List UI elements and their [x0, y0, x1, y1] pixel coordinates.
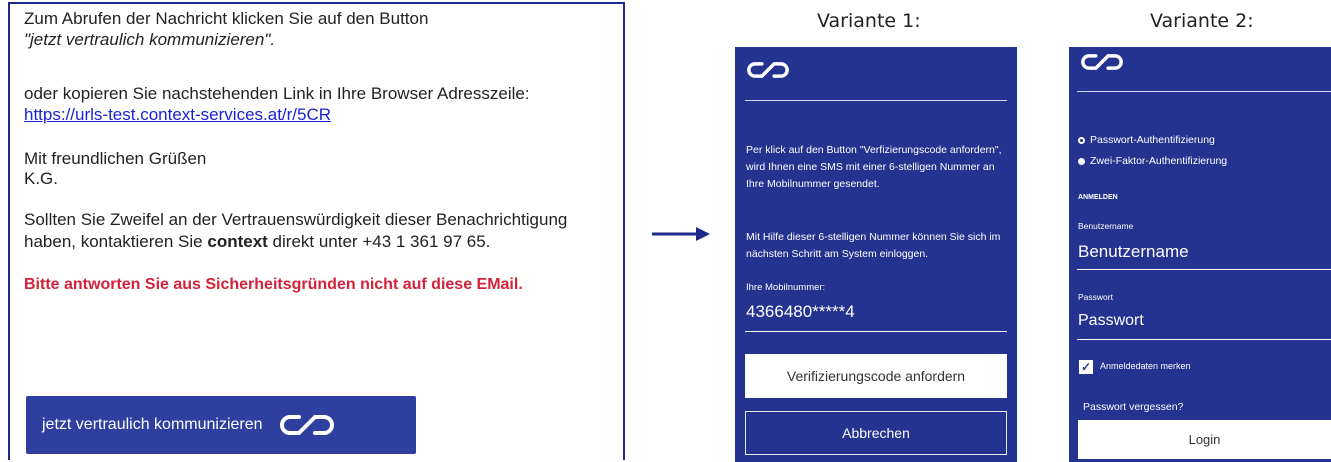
login-section-label: ANMELDEN: [1078, 194, 1118, 201]
radio-button-selected-icon: [1078, 157, 1085, 165]
password-label: Passwort: [1078, 292, 1113, 302]
email-doubt-text-line1: Sollten Sie Zweifel an der Vertrauenswür…: [24, 210, 568, 229]
email-communicate-button[interactable]: jetzt vertraulich kommunizieren: [26, 396, 416, 454]
radio-button-icon: [1078, 136, 1085, 144]
username-label: Benutzername: [1078, 221, 1134, 231]
username-underline: [1077, 269, 1331, 270]
variante1-sms-screen: Per klick auf den Button "Verfizierungsc…: [735, 47, 1017, 462]
variante1-sms-info-text: Per klick auf den Button "Verfizierungsc…: [746, 144, 1002, 190]
username-input[interactable]: Benutzername: [1078, 242, 1189, 262]
radio-two-factor-auth-label: Zwei-Faktor-Authentifizierung: [1090, 155, 1228, 167]
email-instruction-text: Zum Abrufen der Nachricht klicken Sie au…: [24, 9, 429, 28]
checkmark-icon: ✓: [1080, 360, 1092, 374]
mobile-number-value: 4366480*****4: [746, 302, 855, 321]
mobile-number-underline: [745, 331, 1007, 332]
remember-credentials-label: Anmeldedaten merken: [1100, 361, 1191, 371]
context-brand-name: context: [207, 232, 268, 251]
email-communicate-button-label: jetzt vertraulich kommunizieren: [42, 416, 263, 433]
login-button[interactable]: Login: [1078, 420, 1331, 459]
radio-password-auth[interactable]: Passwort-Authentifizierung: [1078, 134, 1215, 146]
password-underline: [1077, 339, 1331, 340]
email-greeting: Mit freundlichen Grüßen: [24, 149, 207, 168]
arrow-right-icon: [652, 227, 710, 241]
email-signature: K.G.: [24, 169, 59, 188]
remember-credentials-checkbox[interactable]: ✓: [1079, 360, 1093, 374]
radio-two-factor-auth[interactable]: Zwei-Faktor-Authentifizierung: [1078, 155, 1227, 167]
mobile-number-label: Ihre Mobilnummer:: [746, 282, 826, 293]
chain-link-logo-icon: [747, 62, 789, 78]
header-divider: [1077, 91, 1331, 92]
variante2-login-screen: Passwort-Authentifizierung Zwei-Faktor-A…: [1069, 47, 1331, 462]
radio-password-auth-label: Passwort-Authentifizierung: [1090, 134, 1215, 146]
email-doubt-text-line2: haben, kontaktieren Sie context direkt u…: [24, 232, 491, 251]
chain-link-logo-icon: [1081, 54, 1123, 70]
password-input[interactable]: Passwort: [1078, 312, 1144, 330]
variante1-title: Variante 1:: [817, 10, 921, 32]
email-copy-link-text: oder kopieren Sie nachstehenden Link in …: [24, 84, 530, 103]
request-verification-code-button[interactable]: Verifizierungscode anfordern: [745, 354, 1007, 398]
email-button-name-text: "jetzt vertraulich kommunizieren".: [24, 30, 276, 49]
email-security-warning: Bitte antworten Sie aus Sicherheitsgründ…: [24, 276, 523, 293]
email-message-panel: Zum Abrufen der Nachricht klicken Sie au…: [8, 2, 625, 460]
email-message-link[interactable]: https://urls-test.context-services.at/r/…: [24, 105, 331, 124]
variante1-login-info-text: Mit Hilfe dieser 6-stelligen Nummer könn…: [746, 231, 1001, 260]
cancel-button[interactable]: Abbrechen: [745, 411, 1007, 455]
chain-link-logo-icon: [279, 415, 334, 435]
variante2-title: Variante 2:: [1150, 10, 1254, 32]
header-divider: [745, 100, 1007, 101]
forgot-password-link[interactable]: Passwort vergessen?: [1083, 401, 1183, 413]
